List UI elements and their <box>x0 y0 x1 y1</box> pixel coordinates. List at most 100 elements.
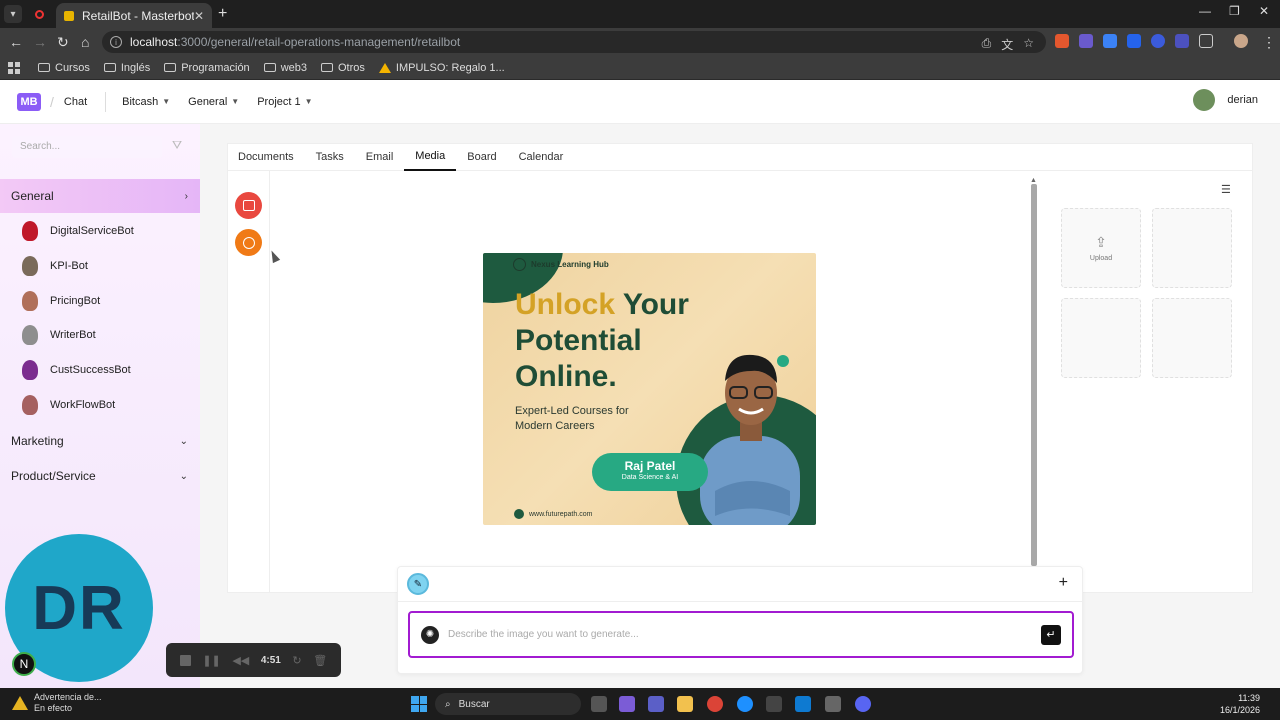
menu-kebab-icon[interactable]: ⋮ <box>1262 33 1276 51</box>
warning-notification[interactable]: Advertencia de... En efecto <box>12 692 102 714</box>
windows-start-icon[interactable] <box>411 696 427 712</box>
stop-icon[interactable] <box>179 654 191 666</box>
nav-project-dropdown[interactable]: Project 1 ▼ <box>257 96 312 108</box>
discord-icon[interactable] <box>855 696 871 712</box>
address-bar[interactable]: i localhost:3000/general/retail-operatio… <box>102 31 1046 53</box>
extension-icon[interactable] <box>1079 34 1093 48</box>
media-thumbnail-slot[interactable] <box>1152 208 1232 288</box>
image-prompt-input[interactable]: ✺ Describe the image you want to generat… <box>408 611 1074 658</box>
tab-email[interactable]: Email <box>355 143 405 171</box>
bookmark-impulso[interactable]: IMPULSO: Regalo 1... <box>378 62 505 74</box>
taskbar-search[interactable]: ⌕ Buscar <box>435 693 581 715</box>
media-thumbnail-slot[interactable] <box>1152 298 1232 378</box>
terminal-icon[interactable] <box>766 696 782 712</box>
folder-icon <box>103 63 116 72</box>
browser-tab-active[interactable]: RetailBot - Masterbots ✕ <box>56 3 212 28</box>
canvas-scrollbar[interactable] <box>1031 184 1037 566</box>
add-button[interactable]: + <box>1059 574 1068 592</box>
tab-media[interactable]: Media <box>404 143 457 171</box>
folder-icon <box>263 63 276 72</box>
rewind-icon[interactable]: ◀◀ <box>232 654 249 667</box>
scroll-up-icon[interactable]: ▲ <box>1030 177 1037 184</box>
site-info-icon[interactable]: i <box>110 36 122 48</box>
sidebar-item-digitalservicebot[interactable]: DigitalServiceBot <box>22 220 192 242</box>
copilot-icon[interactable] <box>619 696 635 712</box>
bookmark-web3[interactable]: web3 <box>263 62 307 74</box>
apps-grid-icon[interactable] <box>8 61 20 74</box>
extension-fox-icon[interactable] <box>1055 34 1069 48</box>
reload-icon[interactable]: ↻ <box>57 33 69 51</box>
sidebar-item-custsuccessbot[interactable]: CustSuccessBot <box>22 359 192 381</box>
file-explorer-icon[interactable] <box>677 696 693 712</box>
task-view-icon[interactable] <box>591 696 607 712</box>
upload-button[interactable]: ⇪ Upload <box>1061 208 1141 288</box>
sidebar-item-workflowbot[interactable]: WorkFlowBot <box>22 394 192 416</box>
chevron-down-icon: ⌄ <box>179 435 188 447</box>
sidebar-item-kpibot[interactable]: KPI-Bot <box>22 255 192 277</box>
extension-icon[interactable] <box>1151 34 1165 48</box>
extension-icon[interactable] <box>1127 34 1141 48</box>
bot-avatar <box>22 291 38 311</box>
sidebar-section-marketing[interactable]: Marketing ⌄ <box>0 424 200 458</box>
filter-icon[interactable]: ⛛ <box>168 138 186 156</box>
translate-icon[interactable]: 文 <box>1001 36 1013 53</box>
n-app-badge[interactable]: N <box>12 652 36 676</box>
vscode-icon[interactable] <box>795 696 811 712</box>
tab-tasks[interactable]: Tasks <box>305 143 355 171</box>
palette-button[interactable] <box>235 229 262 256</box>
forward-icon[interactable]: → <box>33 33 47 51</box>
trash-icon[interactable]: 🗑 <box>313 654 327 667</box>
tab-board[interactable]: Board <box>456 143 507 171</box>
pause-icon[interactable]: ❚❚ <box>202 654 220 667</box>
folder-icon <box>320 63 333 72</box>
masterbots-logo[interactable]: MB <box>17 92 41 111</box>
image-generation-icon[interactable]: ✎ <box>407 573 429 595</box>
maximize-icon[interactable]: ❐ <box>1229 4 1240 18</box>
close-tab-icon[interactable]: ✕ <box>194 9 204 23</box>
install-icon[interactable]: ⎙ <box>982 36 992 53</box>
chevron-down-icon: ▼ <box>231 97 240 106</box>
tab-title: RetailBot - Masterbots <box>82 8 194 23</box>
tab-search-icon[interactable]: ▾ <box>4 5 22 23</box>
generated-image[interactable]: Nexus Learning Hub Unlock Your Potential… <box>483 253 816 525</box>
bookmark-star-icon[interactable]: ☆ <box>1023 36 1034 53</box>
extension-icon[interactable] <box>1175 34 1189 48</box>
profile-avatar-icon[interactable] <box>1234 34 1248 48</box>
bookmark-otros[interactable]: Otros <box>320 62 365 74</box>
record-icon[interactable] <box>30 5 48 23</box>
extension-icon[interactable] <box>1103 34 1117 48</box>
chrome-icon[interactable] <box>707 696 723 712</box>
list-view-icon[interactable]: ☰ <box>1221 183 1231 196</box>
folder-icon <box>164 63 177 72</box>
teams-icon[interactable] <box>648 696 664 712</box>
send-button[interactable]: ↵ <box>1041 624 1061 645</box>
edge-icon[interactable] <box>737 696 753 712</box>
layout-template-button[interactable] <box>235 192 262 219</box>
app-icon[interactable] <box>825 696 841 712</box>
minimize-icon[interactable]: — <box>1199 4 1211 18</box>
back-icon[interactable]: ← <box>9 33 23 51</box>
tab-documents[interactable]: Documents <box>227 143 305 171</box>
bookmark-ingles[interactable]: Inglés <box>103 62 150 74</box>
sidebar-item-pricingbot[interactable]: PricingBot <box>22 290 192 312</box>
restart-icon[interactable]: ↻ <box>292 654 301 667</box>
sidebar-search-input[interactable]: Search... <box>12 136 162 158</box>
new-tab-button[interactable]: + <box>218 5 227 23</box>
nav-general-dropdown[interactable]: General ▼ <box>188 96 239 108</box>
bookmark-programacion[interactable]: Programación <box>164 62 250 74</box>
nav-chat[interactable]: Chat <box>64 96 87 108</box>
tab-calendar[interactable]: Calendar <box>508 143 575 171</box>
bookmark-cursos[interactable]: Cursos <box>38 62 90 74</box>
home-icon[interactable]: ⌂ <box>81 33 89 51</box>
header-divider <box>105 91 107 112</box>
bot-avatar <box>22 325 38 345</box>
sidebar-item-writerbot[interactable]: WriterBot <box>22 324 192 346</box>
system-clock[interactable]: 11:39 16/1/2026 <box>1220 692 1260 716</box>
extensions-puzzle-icon[interactable] <box>1199 34 1213 48</box>
sidebar-section-product-service[interactable]: Product/Service ⌄ <box>0 459 200 493</box>
media-thumbnail-slot[interactable] <box>1061 298 1141 378</box>
sidebar-section-general[interactable]: General › <box>0 179 200 213</box>
nav-bitcash-dropdown[interactable]: Bitcash ▼ <box>122 96 170 108</box>
close-window-icon[interactable]: ✕ <box>1259 4 1269 18</box>
user-menu[interactable]: derian <box>1193 89 1258 111</box>
